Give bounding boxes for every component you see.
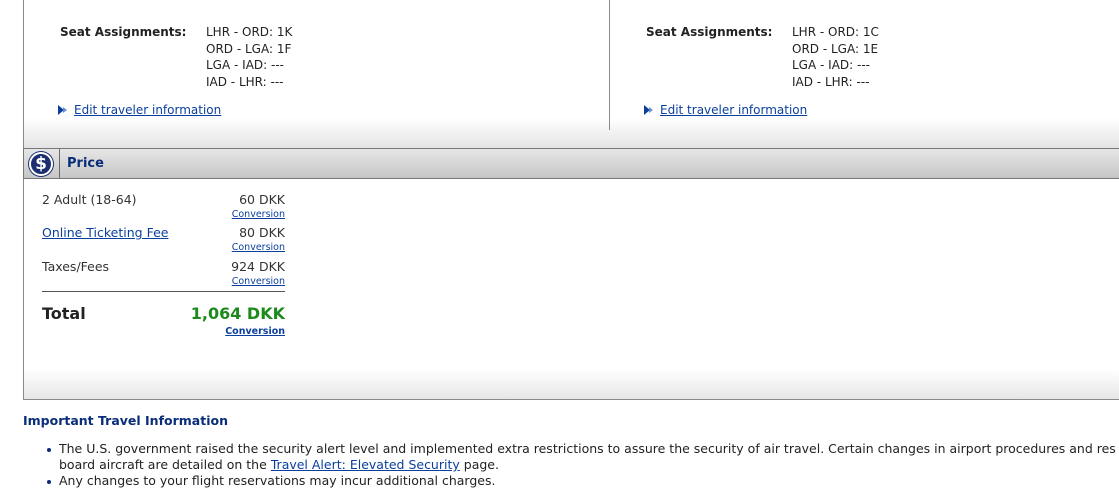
seat-item: LHR - ORD: 1C xyxy=(792,25,879,39)
price-section: 2 Adult (18-64) 60 DKK Conversion Online… xyxy=(23,179,1119,400)
seat-item: LGA - IAD: --- xyxy=(792,58,870,72)
seat-assignments-label: Seat Assignments: xyxy=(60,25,187,39)
edit-traveler-link[interactable]: Edit traveler information xyxy=(660,103,807,117)
section-shade xyxy=(24,369,1119,400)
important-info-title: Important Travel Information xyxy=(23,413,228,428)
bullet-icon xyxy=(47,480,51,484)
seat-item: IAD - LHR: --- xyxy=(206,74,284,89)
seat-assignments-list: LHR - ORD: 1C ORD - LGA: 1E LGA - IAD: -… xyxy=(792,24,879,90)
info-item: Any changes to your flight reservations … xyxy=(44,473,1119,489)
seat-assignments-list: LHR - ORD: 1K ORD - LGA: 1F LGA - IAD: -… xyxy=(206,24,292,90)
arrow-right-icon xyxy=(58,104,71,116)
seat-item: LHR - ORD: 1K xyxy=(206,25,293,39)
seat-item: IAD - LHR: --- xyxy=(792,74,870,89)
total-conversion-link[interactable]: Conversion xyxy=(225,326,285,337)
seat-item: LGA - IAD: --- xyxy=(206,58,284,72)
arrow-right-icon xyxy=(644,104,657,116)
info-text: The U.S. government raised the security … xyxy=(59,441,1116,456)
seat-item: ORD - LGA: 1F xyxy=(206,41,292,56)
info-text: Any changes to your flight reservations … xyxy=(59,473,496,488)
edit-traveler-link-row: Edit traveler information xyxy=(644,103,807,117)
edit-traveler-link[interactable]: Edit traveler information xyxy=(74,103,221,117)
traveler-card-1: Seat Assignments: LHR - ORD: 1K ORD - LG… xyxy=(24,0,609,130)
seat-assignments-label: Seat Assignments: xyxy=(646,25,773,39)
seat-item: ORD - LGA: 1E xyxy=(792,41,879,56)
dollar-icon: $ xyxy=(29,152,53,176)
info-text: page. xyxy=(459,457,499,472)
total-amount: 1,064 DKK xyxy=(190,304,285,323)
traveler-card-2: Seat Assignments: LHR - ORD: 1C ORD - LG… xyxy=(610,0,1119,130)
price-title: Price xyxy=(67,156,104,171)
travelers-section: Seat Assignments: LHR - ORD: 1K ORD - LG… xyxy=(23,0,1119,148)
total-row: Total 1,064 DKK Conversion xyxy=(24,179,285,349)
header-separator xyxy=(59,149,60,178)
price-header: $ Price xyxy=(23,148,1119,179)
edit-traveler-link-row: Edit traveler information xyxy=(58,103,221,117)
important-info-list: The U.S. government raised the security … xyxy=(44,441,1119,489)
bullet-icon xyxy=(47,448,51,452)
info-text: board aircraft are detailed on the xyxy=(59,457,271,472)
travel-alert-link[interactable]: Travel Alert: Elevated Security xyxy=(271,457,460,472)
info-item: The U.S. government raised the security … xyxy=(44,441,1119,473)
